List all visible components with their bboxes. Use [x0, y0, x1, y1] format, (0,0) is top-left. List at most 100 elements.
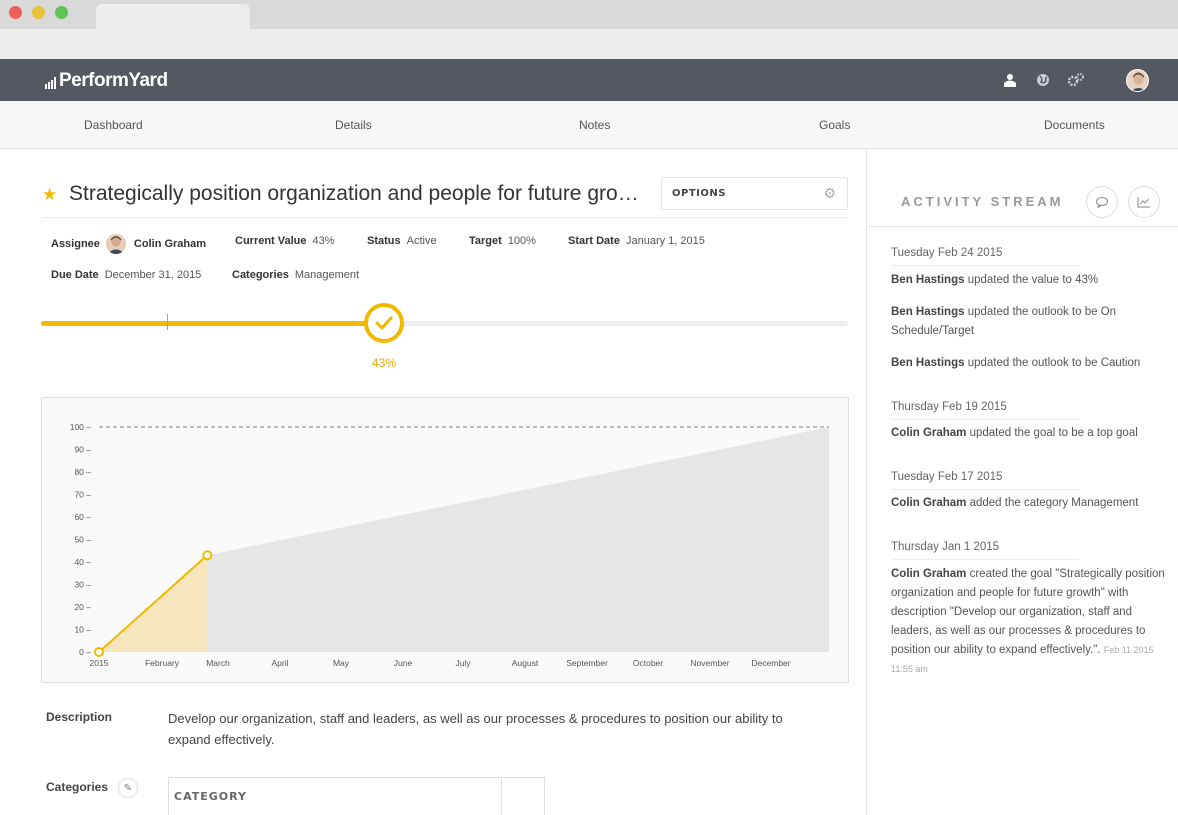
progress-label: 43% [372, 356, 397, 370]
x-tick-label: February [145, 658, 180, 668]
gears-icon[interactable] [1067, 71, 1085, 89]
activity-stream-header: ACTIVITY STREAM [868, 149, 1178, 227]
stream-entry: Colin Graham updated the goal to be a to… [891, 424, 1171, 443]
close-window-button[interactable] [9, 6, 22, 19]
globe-icon[interactable] [1034, 71, 1052, 89]
categories-field: Categories Management [232, 269, 359, 281]
progress-chart: 0 – 10 – 20 – 30 – 40 – 50 – 60 – 70 – 80 – 90 – 1… [41, 397, 849, 683]
brand-name: PerformYard [59, 70, 168, 91]
due-date-label: Due Date [51, 269, 99, 281]
chart-icon[interactable] [1128, 186, 1160, 218]
due-date-value: December 31, 2015 [104, 269, 202, 281]
stream-entry: Ben Hastings updated the outlook to be O… [891, 303, 1171, 341]
current-value-field: Current Value 43% [235, 235, 335, 247]
x-tick-label: May [333, 658, 350, 668]
browser-toolbar [0, 29, 1178, 59]
projection-area [207, 427, 830, 652]
stream-entry-user[interactable]: Ben Hastings [891, 306, 965, 318]
assignee-name[interactable]: Colin Graham [134, 238, 206, 250]
divider [42, 217, 848, 218]
divider [891, 489, 1079, 490]
nav-goals[interactable]: Goals [819, 118, 850, 132]
progress-tick [167, 314, 168, 330]
y-tick-label: 40 – [74, 557, 91, 567]
stream-day: Thursday Jan 1 2015 [891, 541, 1000, 553]
stream-entry-text: added the category Management [966, 497, 1139, 509]
browser-tab[interactable] [96, 4, 250, 29]
x-tick-label: December [751, 658, 790, 668]
start-date-value: January 1, 2015 [625, 235, 705, 247]
assignee-label: Assignee [51, 238, 100, 250]
stream-entry: Ben Hastings updated the outlook to be C… [891, 354, 1171, 373]
x-tick-label: August [512, 658, 539, 668]
x-tick-label: September [566, 658, 608, 668]
current-value-label: Current Value [235, 235, 307, 247]
stream-entry-user[interactable]: Colin Graham [891, 568, 966, 580]
goal-title: Strategically position organization and … [69, 182, 639, 205]
stream-entry-text: updated the value to 43% [964, 274, 1099, 286]
stream-day: Tuesday Feb 17 2015 [891, 471, 1003, 483]
user-icon[interactable] [1001, 71, 1019, 89]
status-value: Active [406, 235, 437, 247]
options-button[interactable]: OPTIONS ⚙ [661, 177, 848, 210]
y-tick-label: 0 – [79, 647, 91, 657]
target-label: Target [469, 235, 502, 247]
stream-entry: Colin Graham created the goal "Strategic… [891, 565, 1171, 679]
brand-logo[interactable]: PerformYard [45, 70, 168, 92]
progress-chart-svg: 0 – 10 – 20 – 30 – 40 – 50 – 60 – 70 – 80 – 90 – 1… [70, 422, 830, 668]
y-tick-label: 80 – [74, 467, 91, 477]
divider [891, 265, 1079, 266]
x-tick-label: March [206, 658, 230, 668]
start-date-label: Start Date [568, 235, 620, 247]
description-text: Develop our organization, staff and lead… [168, 711, 783, 747]
divider [891, 419, 1079, 420]
nav-notes[interactable]: Notes [579, 118, 610, 132]
stream-entry-user[interactable]: Colin Graham [891, 497, 966, 509]
x-tick-label: June [394, 658, 413, 668]
nav-documents[interactable]: Documents [1044, 118, 1105, 132]
categories-table: CATEGORY [168, 777, 545, 815]
y-tick-label: 30 – [74, 580, 91, 590]
category-column-header: CATEGORY [174, 790, 247, 803]
x-tick-label: July [455, 658, 471, 668]
stream-entry-user[interactable]: Ben Hastings [891, 274, 965, 286]
nav-dashboard[interactable]: Dashboard [84, 118, 143, 132]
categories-value: Management [294, 269, 360, 281]
y-tick-label: 20 – [74, 602, 91, 612]
stream-entry-user[interactable]: Colin Graham [891, 427, 966, 439]
y-tick-label: 60 – [74, 512, 91, 522]
x-tick-label: October [633, 658, 663, 668]
assignee-avatar[interactable] [105, 234, 126, 254]
main-nav: Dashboard Details Notes Goals Documents [0, 101, 1178, 149]
progress-handle[interactable] [364, 303, 404, 343]
app-header: PerformYard [0, 59, 1178, 101]
avatar[interactable] [1126, 69, 1149, 92]
minimize-window-button[interactable] [32, 6, 45, 19]
comment-icon[interactable] [1086, 186, 1118, 218]
due-date-field: Due Date December 31, 2015 [51, 269, 201, 281]
star-icon[interactable]: ★ [42, 185, 57, 205]
description-label: Description [46, 710, 113, 724]
status-field: Status Active [367, 235, 437, 247]
activity-stream: ACTIVITY STREAM Tuesday Feb 24 2015 Ben … [868, 149, 1178, 815]
nav-details[interactable]: Details [335, 118, 372, 132]
actual-point [202, 550, 213, 561]
categories-label: Categories [232, 269, 289, 281]
check-icon [375, 316, 393, 330]
stream-entry-user[interactable]: Ben Hastings [891, 357, 965, 369]
x-tick-label: April [271, 658, 288, 668]
browser-chrome [0, 0, 1178, 59]
y-tick-label: 100 – [70, 422, 92, 432]
progress-track[interactable] [41, 321, 848, 326]
stream-day: Thursday Feb 19 2015 [891, 401, 1007, 413]
stream-day: Tuesday Feb 24 2015 [891, 247, 1003, 259]
goal-detail-panel: ★ Strategically position organization an… [0, 149, 867, 815]
actual-point [94, 647, 104, 657]
y-tick-label: 70 – [74, 490, 91, 500]
stream-entry-text: updated the outlook to be Caution [964, 357, 1141, 369]
y-tick-label: 90 – [74, 445, 91, 455]
stream-entry: Colin Graham added the category Manageme… [891, 494, 1171, 513]
stream-entry-text: updated the goal to be a top goal [966, 427, 1138, 439]
zoom-window-button[interactable] [55, 6, 68, 19]
pencil-icon[interactable]: ✎ [118, 778, 138, 798]
